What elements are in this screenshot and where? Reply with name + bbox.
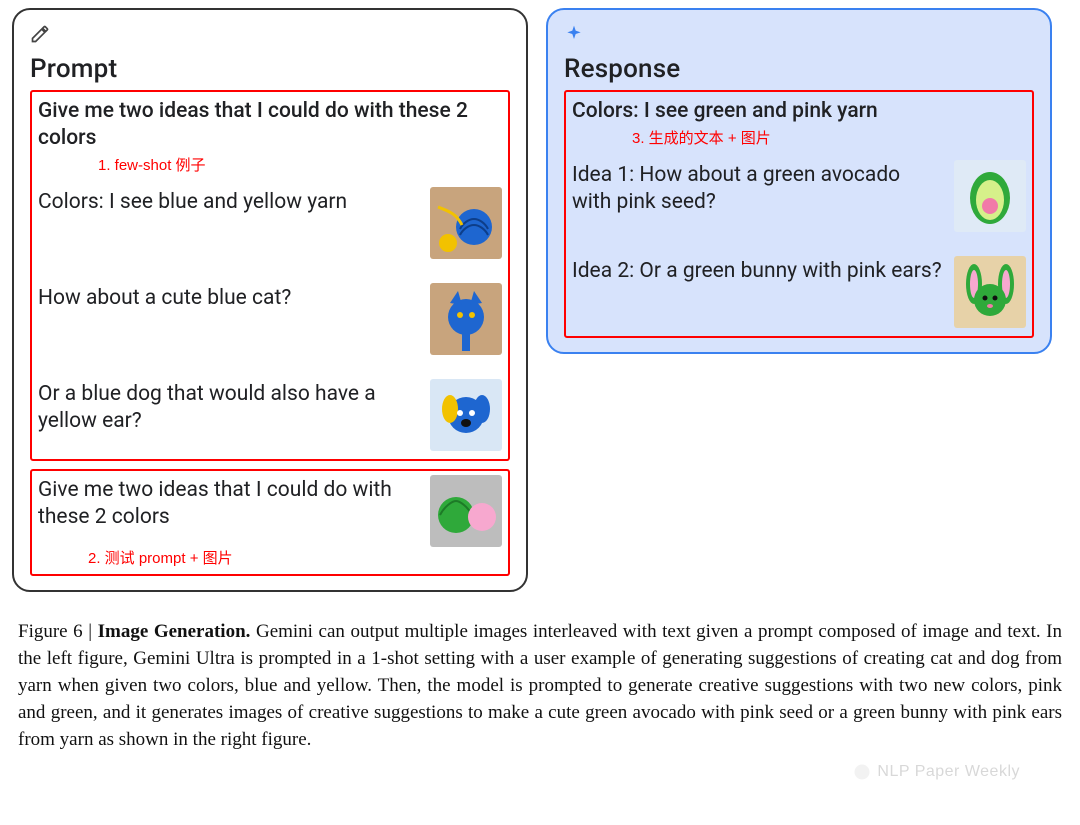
response-line-0: Colors: I see green and pink yarn (572, 96, 1026, 125)
yarn-blue-yellow-thumb (430, 187, 502, 259)
sparkle-icon (564, 24, 1034, 50)
avocado-thumb (954, 160, 1026, 232)
yarn-green-pink-thumb (430, 475, 502, 547)
bunny-thumb (954, 256, 1026, 328)
prompt-line-0: Give me two ideas that I could do with t… (38, 96, 502, 152)
figure-caption: Figure 6 | Image Generation. Gemini can … (12, 618, 1068, 754)
panels-row: Prompt Give me two ideas that I could do… (12, 8, 1068, 592)
prompt-line-1: Colors: I see blue and yellow yarn (38, 187, 420, 216)
test-prompt-line: Give me two ideas that I could do with t… (38, 475, 420, 531)
prompt-line-3: Or a blue dog that would also have a yel… (38, 379, 420, 435)
fewshot-box: Give me two ideas that I could do with t… (30, 90, 510, 461)
prompt-card: Prompt Give me two ideas that I could do… (12, 8, 528, 592)
response-heading: Response (564, 54, 1034, 84)
response-line-1: Idea 1: How about a green avocado with p… (572, 160, 944, 216)
annotation-3: 3. 生成的文本 + 图片 (632, 127, 1026, 148)
blue-dog-thumb (430, 379, 502, 451)
figure-title: Image Generation. (98, 621, 251, 642)
blue-cat-thumb (430, 283, 502, 355)
annotation-1: 1. few-shot 例子 (98, 154, 502, 175)
pencil-icon (30, 24, 510, 50)
figure-label: Figure 6 | (18, 621, 98, 642)
watermark: NLP Paper Weekly (853, 763, 1020, 781)
response-box: Colors: I see green and pink yarn 3. 生成的… (564, 90, 1034, 338)
response-card: Response Colors: I see green and pink ya… (546, 8, 1052, 354)
annotation-2: 2. 测试 prompt + 图片 (88, 547, 502, 568)
response-line-2: Idea 2: Or a green bunny with pink ears? (572, 256, 944, 285)
prompt-line-2: How about a cute blue cat? (38, 283, 420, 312)
prompt-heading: Prompt (30, 54, 510, 84)
test-prompt-box: Give me two ideas that I could do with t… (30, 469, 510, 576)
